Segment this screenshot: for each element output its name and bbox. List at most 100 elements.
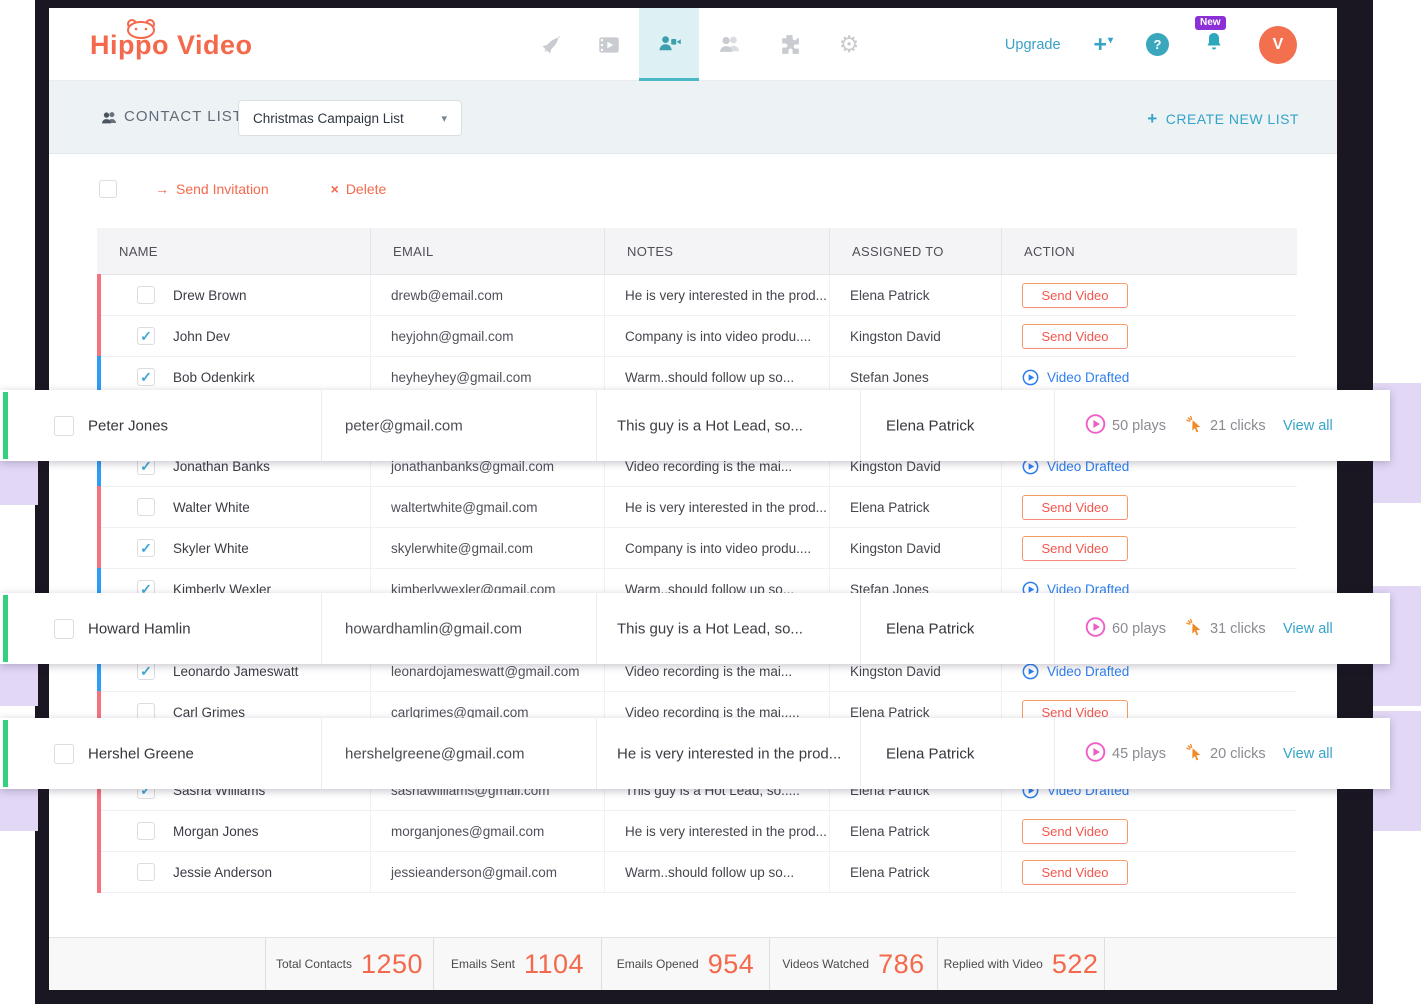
bulk-actions-toolbar: ✓ → Send Invitation × Delete xyxy=(49,174,1337,204)
plays-play-icon xyxy=(1085,413,1106,438)
row-status-bar xyxy=(97,810,101,852)
column-header-name: NAME xyxy=(97,228,371,274)
gear-icon[interactable]: ⚙ xyxy=(819,8,879,81)
contact-name: Walter White xyxy=(173,500,250,515)
contact-note: Warm..should follow up so... xyxy=(625,370,794,385)
plus-icon: + xyxy=(1147,109,1157,129)
row-checkbox[interactable]: ✓ xyxy=(137,662,155,680)
avatar[interactable]: V xyxy=(1259,26,1297,64)
send-invitation-button[interactable]: → Send Invitation xyxy=(155,181,269,197)
plays-count: 50 plays xyxy=(1112,418,1166,434)
row-checkbox[interactable]: ✓ xyxy=(137,863,155,881)
delete-button[interactable]: × Delete xyxy=(331,181,387,197)
assigned-to: Elena Patrick xyxy=(886,417,974,434)
contact-note: This guy is a Hot Lead, so... xyxy=(617,620,803,637)
table-row[interactable]: ✓ Drew Brown drewb@email.com He is very … xyxy=(97,275,1297,316)
send-video-button[interactable]: Send Video xyxy=(1022,495,1128,520)
stat-cell: Total Contacts 1250 xyxy=(265,938,433,990)
row-checkbox[interactable]: ✓ xyxy=(137,498,155,516)
contact-video-icon[interactable] xyxy=(639,8,699,81)
contact-note: Warm..should follow up so... xyxy=(625,865,794,880)
row-checkbox[interactable]: ✓ xyxy=(137,822,155,840)
stats-row: Total Contacts 1250 Emails Sent 1104 Ema… xyxy=(265,938,1105,990)
table-row[interactable]: ✓ John Dev heyjohn@gmail.com Company is … xyxy=(97,316,1297,357)
send-video-button[interactable]: Send Video xyxy=(1022,860,1128,885)
create-plus-menu[interactable]: + ▾ xyxy=(1094,31,1113,58)
table-row[interactable]: ✓ Jessie Anderson jessieanderson@gmail.c… xyxy=(97,852,1297,893)
rocket-icon[interactable] xyxy=(519,8,579,81)
select-all-checkbox[interactable]: ✓ xyxy=(99,180,117,198)
contact-email: drewb@email.com xyxy=(391,288,503,303)
hippo-face-icon xyxy=(120,15,162,46)
row-checkbox[interactable]: ✓ xyxy=(54,619,74,639)
artifact-lavender-left-3 xyxy=(0,789,38,831)
row-checkbox[interactable]: ✓ xyxy=(137,368,155,386)
stat-cell: Videos Watched 786 xyxy=(769,938,937,990)
table-row[interactable]: ✓ Skyler White skylerwhite@gmail.com Com… xyxy=(97,528,1297,569)
plays-count: 60 plays xyxy=(1112,621,1166,637)
plays-count: 45 plays xyxy=(1112,746,1166,762)
clicks-cursor-icon xyxy=(1185,617,1204,640)
stat-cell: Emails Opened 954 xyxy=(601,938,769,990)
contact-list-dropdown[interactable]: Christmas Campaign List ▾ xyxy=(238,100,462,136)
view-all-link[interactable]: View all xyxy=(1283,418,1333,434)
stat-cell: Emails Sent 1104 xyxy=(433,938,601,990)
contact-name: Howard Hamlin xyxy=(88,620,191,637)
stat-label: Videos Watched xyxy=(782,957,869,971)
plays-play-icon xyxy=(1085,616,1106,641)
assigned-to: Elena Patrick xyxy=(850,500,930,515)
stat-value: 786 xyxy=(878,949,925,980)
contact-name: Jessie Anderson xyxy=(173,865,272,880)
hippo-video-logo[interactable]: Hippo Video xyxy=(90,30,253,61)
play-circle-icon xyxy=(1022,663,1039,680)
table-body: ✓ Drew Brown drewb@email.com He is very … xyxy=(97,275,1297,893)
clicks-count: 21 clicks xyxy=(1210,418,1266,434)
stat-label: Emails Opened xyxy=(617,957,699,971)
view-all-link[interactable]: View all xyxy=(1283,746,1333,762)
stat-value: 1104 xyxy=(524,949,584,980)
contact-note: He is very interested in the prod... xyxy=(625,288,827,303)
users-icon[interactable] xyxy=(699,8,759,81)
contact-email: heyjohn@gmail.com xyxy=(391,329,514,344)
highlighted-contact-row[interactable]: ✓ Howard Hamlin howardhamlin@gmail.com T… xyxy=(0,593,1390,664)
chevron-down-icon: ▾ xyxy=(1108,35,1113,46)
notifications-bell-icon[interactable]: New xyxy=(1202,30,1226,59)
table-row[interactable]: ✓ Morgan Jones morganjones@gmail.com He … xyxy=(97,811,1297,852)
row-checkbox[interactable]: ✓ xyxy=(54,744,74,764)
upgrade-link[interactable]: Upgrade xyxy=(1005,37,1061,53)
stat-label: Emails Sent xyxy=(451,957,515,971)
stat-value: 522 xyxy=(1052,949,1099,980)
row-checkbox[interactable]: ✓ xyxy=(54,416,74,436)
send-video-button[interactable]: Send Video xyxy=(1022,283,1128,308)
column-header-action: ACTION xyxy=(1002,228,1297,274)
table-row[interactable]: ✓ Walter White waltertwhite@gmail.com He… xyxy=(97,487,1297,528)
row-checkbox[interactable]: ✓ xyxy=(137,286,155,304)
highlighted-contact-row[interactable]: ✓ Peter Jones peter@gmail.com This guy i… xyxy=(0,390,1390,461)
video-drafted-link[interactable]: Video Drafted xyxy=(1022,369,1129,386)
send-video-button[interactable]: Send Video xyxy=(1022,819,1128,844)
contact-note: He is very interested in the prod... xyxy=(617,745,841,762)
puzzle-icon[interactable] xyxy=(759,8,819,81)
contacts-icon xyxy=(99,108,119,133)
assigned-to: Kingston David xyxy=(850,329,941,344)
video-film-icon[interactable] xyxy=(579,8,639,81)
help-icon[interactable]: ? xyxy=(1146,33,1169,56)
assigned-to: Elena Patrick xyxy=(850,824,930,839)
table-header-row: NAME EMAIL NOTES ASSIGNED TO ACTION xyxy=(97,228,1297,275)
video-drafted-link[interactable]: Video Drafted xyxy=(1022,663,1129,680)
row-status-bar xyxy=(97,486,101,528)
nav-tabs: ⚙ xyxy=(519,8,879,81)
row-checkbox[interactable]: ✓ xyxy=(137,539,155,557)
view-all-link[interactable]: View all xyxy=(1283,621,1333,637)
send-video-button[interactable]: Send Video xyxy=(1022,324,1128,349)
highlighted-contact-row[interactable]: ✓ Hershel Greene hershelgreene@gmail.com… xyxy=(0,718,1390,789)
row-checkbox[interactable]: ✓ xyxy=(137,327,155,345)
clicks-count: 20 clicks xyxy=(1210,746,1266,762)
clicks-cursor-icon xyxy=(1185,414,1204,437)
create-new-list-button[interactable]: + CREATE NEW LIST xyxy=(1147,109,1299,129)
nav-right-group: Upgrade + ▾ ? New V xyxy=(1005,8,1297,81)
send-video-button[interactable]: Send Video xyxy=(1022,536,1128,561)
plays-play-icon xyxy=(1085,741,1106,766)
assigned-to: Elena Patrick xyxy=(850,288,930,303)
contact-name: Hershel Greene xyxy=(88,745,194,762)
